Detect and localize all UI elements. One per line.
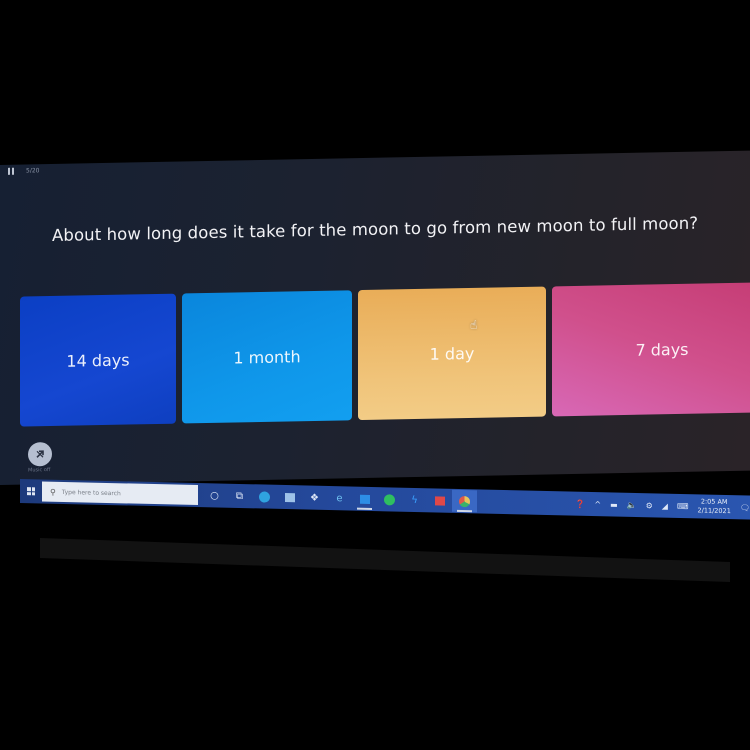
music-toggle-button[interactable]	[28, 442, 52, 467]
start-button[interactable]	[20, 487, 42, 496]
edge-icon[interactable]	[252, 485, 277, 508]
taskbar-search[interactable]: ⚲ Type here to search	[42, 481, 198, 506]
battery-icon[interactable]: ▬	[610, 500, 618, 509]
monitor-bottom-bezel	[40, 537, 730, 583]
music-label: Music off	[28, 467, 51, 474]
answer-option-4[interactable]: 7 days	[552, 282, 750, 417]
chrome-icon[interactable]	[452, 489, 477, 513]
roblox-icon[interactable]	[427, 489, 452, 512]
windows-logo-icon	[27, 487, 35, 496]
wifi-icon[interactable]: ◢	[662, 501, 668, 510]
quiz-topbar: 5/20	[8, 164, 39, 177]
system-tray: ❓ ^ ▬ 🔈 ⚙ ◢ ⌨ 2:05 AM 2/11/2021 🗨	[575, 492, 750, 520]
chevron-up-icon[interactable]: ^	[594, 500, 601, 509]
keyboard-icon[interactable]: ⌨	[677, 501, 689, 510]
help-icon[interactable]: ❓	[575, 499, 585, 508]
search-placeholder: Type here to search	[61, 488, 121, 497]
answer-label: 1 day	[429, 343, 475, 364]
answer-option-2[interactable]: 1 month	[182, 290, 352, 424]
spotify-icon[interactable]	[377, 488, 402, 511]
power-icon[interactable]: ⚙	[646, 501, 653, 510]
answer-label: 1 month	[233, 346, 301, 368]
dropbox-icon[interactable]: ❖	[302, 486, 327, 509]
quiz-screen: 5/20 About how long does it take for the…	[0, 150, 750, 486]
taskbar-clock[interactable]: 2:05 AM 2/11/2021	[698, 497, 731, 516]
file-explorer-icon[interactable]	[277, 486, 302, 509]
answer-option-1[interactable]: 14 days	[20, 293, 176, 427]
answer-label: 14 days	[66, 350, 130, 371]
internet-explorer-icon[interactable]: e	[327, 487, 352, 510]
hand-cursor-icon: ☝	[470, 317, 478, 332]
pause-icon[interactable]	[8, 167, 14, 175]
mail-icon[interactable]	[352, 488, 377, 511]
app-icon[interactable]: ϟ	[402, 489, 427, 512]
music-off-icon	[36, 450, 44, 458]
answer-options: 14 days 1 month ☝ 1 day 7 days	[20, 282, 750, 432]
taskbar-pinned-apps: ○ ⧉ ❖ e ϟ	[202, 484, 477, 513]
cortana-icon[interactable]: ○	[202, 484, 227, 507]
windows-taskbar: ⚲ Type here to search ○ ⧉ ❖ e ϟ ❓ ^ ▬ 🔈 …	[20, 479, 750, 520]
notification-icon[interactable]: 🗨	[740, 503, 750, 512]
question-counter: 5/20	[26, 166, 40, 175]
question-text: About how long does it take for the moon…	[52, 213, 699, 246]
search-icon: ⚲	[50, 487, 56, 497]
task-view-icon[interactable]: ⧉	[227, 485, 252, 508]
volume-icon[interactable]: 🔈	[627, 500, 637, 509]
monitor-bezel	[0, 0, 750, 165]
answer-label: 7 days	[635, 339, 689, 360]
answer-option-3[interactable]: ☝ 1 day	[358, 286, 546, 421]
clock-date: 2/11/2021	[697, 506, 731, 516]
